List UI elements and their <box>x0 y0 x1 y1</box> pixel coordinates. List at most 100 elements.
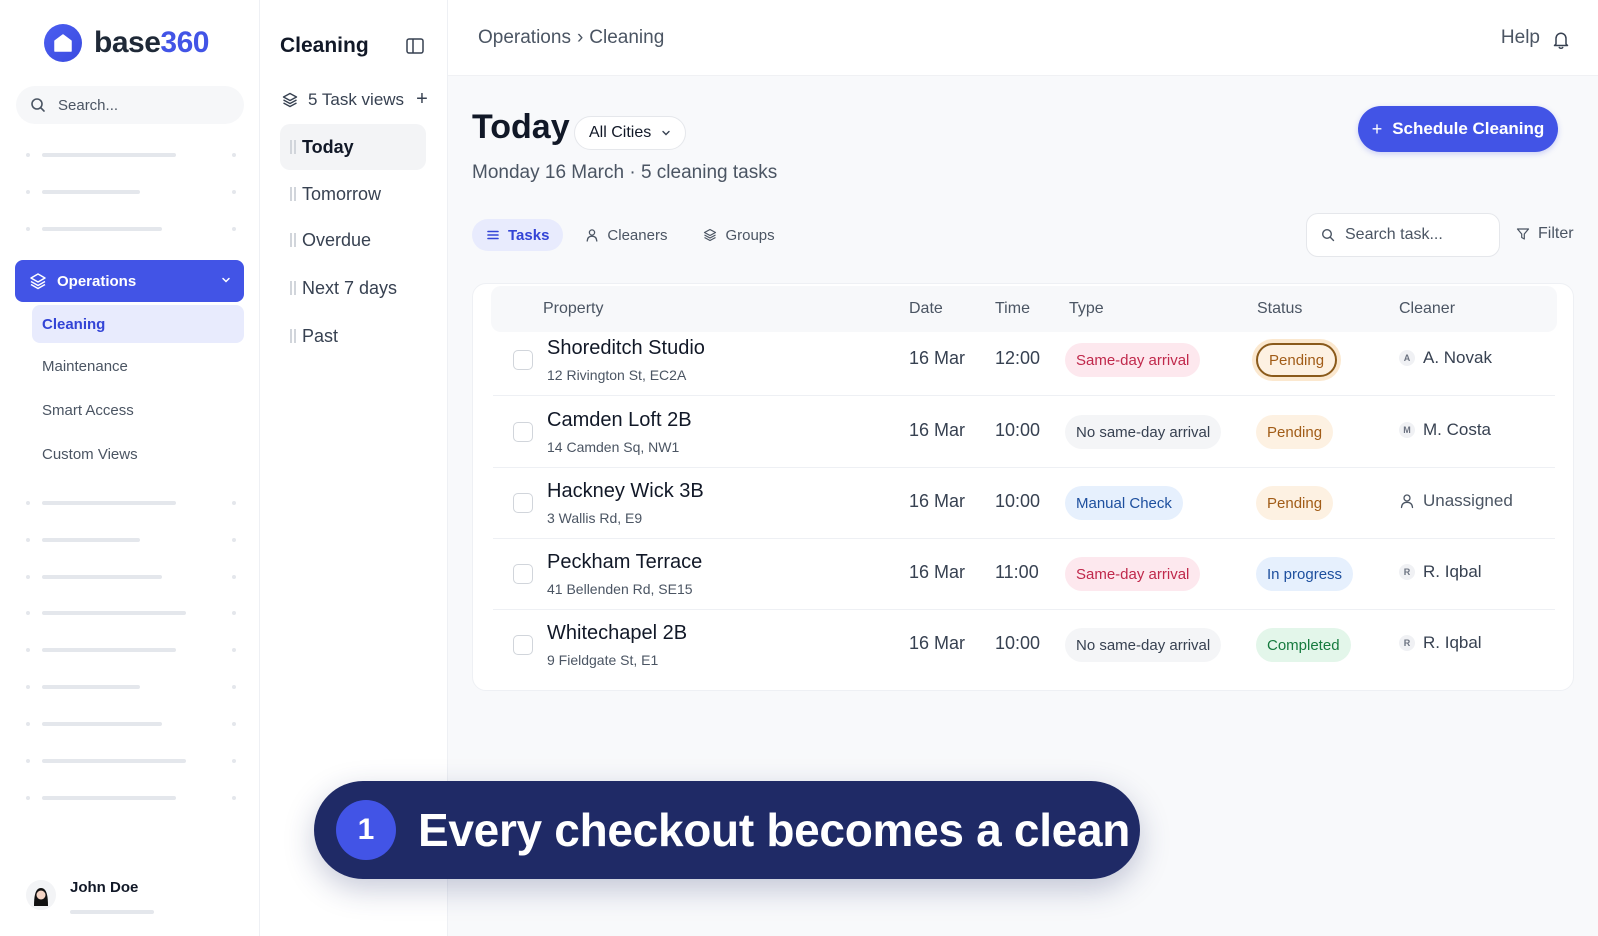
view-label: Today <box>302 136 354 157</box>
property-name: Camden Loft 2B <box>547 409 692 431</box>
row-checkbox[interactable] <box>513 635 533 655</box>
breadcrumb-root[interactable]: Operations <box>478 27 571 48</box>
view-past[interactable]: Past <box>280 313 426 359</box>
task-time: 11:00 <box>995 562 1039 582</box>
row-checkbox[interactable] <box>513 564 533 584</box>
sidebar-item-operations[interactable]: Operations <box>15 260 244 302</box>
user-name: John Doe <box>70 878 139 896</box>
city-filter-dropdown[interactable]: All Cities <box>574 116 687 150</box>
task-search-input[interactable]: Search task... <box>1306 213 1500 257</box>
tab-tasks[interactable]: Tasks <box>472 219 564 251</box>
table-row[interactable]: Whitechapel 2B 9 Fieldgate St, E1 16 Mar… <box>493 609 1555 681</box>
view-next-7-days[interactable]: Next 7 days <box>280 265 426 311</box>
column-header-type[interactable]: Type <box>1069 300 1104 318</box>
view-overdue[interactable]: Overdue <box>280 217 426 263</box>
column-header-status[interactable]: Status <box>1257 300 1302 318</box>
drag-handle-icon[interactable] <box>290 187 296 201</box>
view-tabs: Tasks Cleaners Groups <box>472 219 797 251</box>
row-checkbox[interactable] <box>513 422 533 442</box>
view-tomorrow[interactable]: Tomorrow <box>280 171 426 217</box>
add-view-button[interactable]: + <box>416 88 428 111</box>
nav-placeholder <box>26 501 236 505</box>
cleaner-cell[interactable]: R R. Iqbal <box>1399 562 1482 582</box>
sidebar-subitem-maintenance[interactable]: Maintenance <box>32 358 128 375</box>
view-label: Next 7 days <box>302 277 398 298</box>
column-header-date[interactable]: Date <box>909 300 943 318</box>
logo-wordmark: base360 <box>94 26 209 59</box>
sidebar-subitem-label: Maintenance <box>42 358 128 375</box>
task-date: 16 Mar <box>909 562 966 582</box>
sidebar-subitem-custom-views[interactable]: Custom Views <box>32 446 138 463</box>
column-header-time[interactable]: Time <box>995 300 1030 318</box>
logo-icon <box>44 24 82 62</box>
status-badge[interactable]: Completed <box>1256 628 1351 662</box>
cleaner-cell[interactable]: R R. Iqbal <box>1399 633 1482 653</box>
cleaner-cell[interactable]: M M. Costa <box>1399 420 1491 440</box>
user-icon <box>586 229 598 242</box>
cleaner-cell[interactable]: A A. Novak <box>1399 348 1492 368</box>
sidebar-search-input[interactable]: Search... <box>16 86 244 124</box>
drag-handle-icon[interactable] <box>290 281 296 295</box>
status-badge[interactable]: In progress <box>1256 557 1354 591</box>
sidebar-subitem-cleaning[interactable]: Cleaning <box>32 305 244 343</box>
table-row[interactable]: Peckham Terrace 41 Bellenden Rd, SE15 16… <box>493 538 1555 610</box>
breadcrumb: Operations › Cleaning <box>478 27 664 49</box>
layers-icon <box>30 273 46 290</box>
type-badge: Same-day arrival <box>1065 557 1201 591</box>
cleaner-cell[interactable]: Unassigned <box>1399 491 1513 511</box>
view-today[interactable]: Today <box>280 124 426 170</box>
type-badge: Same-day arrival <box>1065 343 1201 377</box>
city-filter-value: All Cities <box>589 124 652 141</box>
property-address: 3 Wallis Rd, E9 <box>547 510 643 526</box>
sidebar-subitem-label: Custom Views <box>42 446 138 463</box>
tab-label: Tasks <box>508 226 550 244</box>
row-checkbox[interactable] <box>513 350 533 370</box>
bell-icon[interactable] <box>1552 30 1570 50</box>
sidebar-subitem-label: Cleaning <box>42 315 106 333</box>
drag-handle-icon[interactable] <box>290 233 296 247</box>
help-link[interactable]: Help <box>1501 27 1540 49</box>
table-row[interactable]: Hackney Wick 3B 3 Wallis Rd, E9 16 Mar 1… <box>493 467 1555 539</box>
property-address: 41 Bellenden Rd, SE15 <box>547 581 693 597</box>
sidebar-toggle-icon[interactable] <box>406 38 424 54</box>
column-header-cleaner[interactable]: Cleaner <box>1399 300 1455 318</box>
status-badge[interactable]: Pending <box>1256 486 1334 520</box>
table-row[interactable]: Shoreditch Studio 12 Rivington St, EC2A … <box>493 324 1555 396</box>
logo[interactable]: base360 <box>44 24 209 62</box>
task-date: 16 Mar <box>909 491 966 511</box>
tab-label: Cleaners <box>607 226 668 244</box>
tab-cleaners[interactable]: Cleaners <box>571 219 681 251</box>
nav-placeholder <box>26 575 236 579</box>
filter-icon <box>1516 228 1530 240</box>
row-checkbox[interactable] <box>513 493 533 513</box>
property-address: 12 Rivington St, EC2A <box>547 367 687 383</box>
cleaner-initial-avatar: R <box>1399 635 1415 651</box>
nav-placeholder <box>26 722 236 726</box>
user-profile[interactable]: John Doe <box>26 878 139 910</box>
nav-placeholder <box>26 685 236 689</box>
sidebar-subitem-label: Smart Access <box>42 402 134 419</box>
page-title: Today <box>472 108 570 146</box>
drag-handle-icon[interactable] <box>290 329 296 343</box>
property-name: Whitechapel 2B <box>547 622 688 644</box>
cleaner-initial-avatar: R <box>1399 564 1415 580</box>
tasks-table: Property Date Time Type Status Cleaner S… <box>472 283 1574 691</box>
cleaner-initial-avatar: A <box>1399 350 1415 366</box>
status-badge[interactable]: Pending <box>1256 343 1338 377</box>
layers-icon <box>704 228 717 242</box>
column-header-property[interactable]: Property <box>543 300 603 318</box>
task-time: 10:00 <box>995 633 1041 653</box>
nav-placeholder <box>26 190 236 194</box>
table-row[interactable]: Camden Loft 2B 14 Camden Sq, NW1 16 Mar … <box>493 396 1555 468</box>
avatar <box>26 880 56 910</box>
user-icon <box>1400 494 1414 509</box>
breadcrumb-current: Cleaning <box>589 27 665 48</box>
sidebar-subitem-smart-access[interactable]: Smart Access <box>32 402 134 419</box>
schedule-cleaning-button[interactable]: + Schedule Cleaning <box>1358 106 1558 152</box>
drag-handle-icon[interactable] <box>290 140 296 154</box>
filter-button[interactable]: Filter <box>1516 225 1574 243</box>
nav-placeholder <box>26 227 236 231</box>
tab-groups[interactable]: Groups <box>689 219 788 251</box>
status-badge[interactable]: Pending <box>1256 415 1334 449</box>
filter-label: Filter <box>1538 225 1574 242</box>
